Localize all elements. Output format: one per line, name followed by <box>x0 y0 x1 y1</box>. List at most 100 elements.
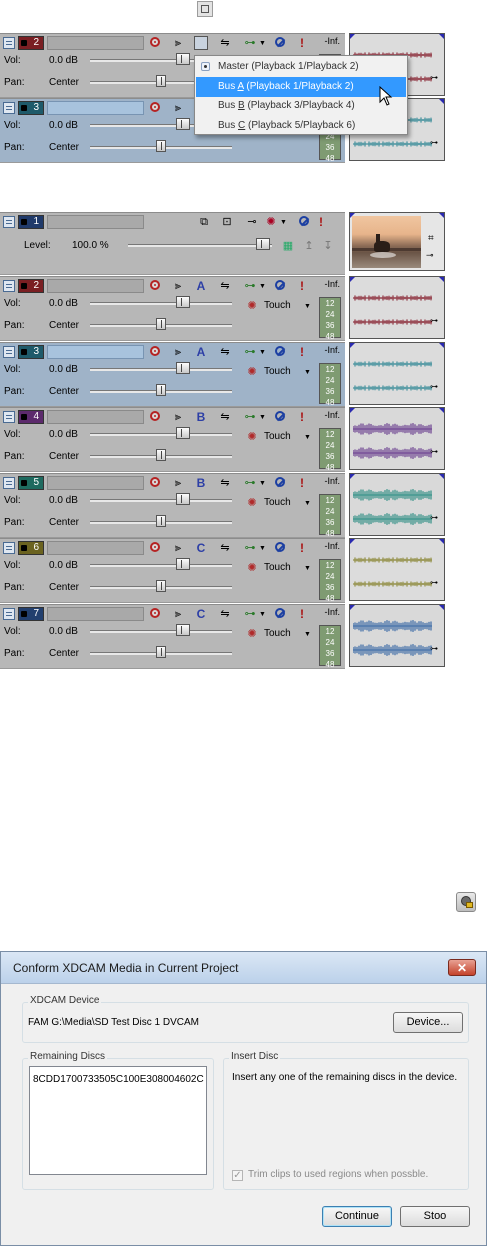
track-name-field[interactable] <box>47 345 144 359</box>
arm-record-icon[interactable] <box>150 608 160 618</box>
chevron-down-icon[interactable]: ▼ <box>259 545 266 552</box>
bus-assign-letter[interactable]: C <box>195 608 207 620</box>
stop-button[interactable]: Stoo <box>400 1206 470 1227</box>
track-fx-icon[interactable]: ⫸ <box>170 280 186 292</box>
parent-motion-icon[interactable]: ⊡ <box>220 216 234 228</box>
audio-clip-event[interactable]: ⊶ <box>349 473 445 536</box>
audio-clip-event[interactable]: ⊶ <box>349 407 445 470</box>
volume-slider-handle[interactable] <box>176 624 190 636</box>
volume-slider-handle[interactable] <box>176 118 190 130</box>
close-button[interactable]: ✕ <box>448 959 476 976</box>
track-name-field[interactable] <box>47 410 144 424</box>
volume-slider-track[interactable] <box>90 368 232 371</box>
track-fx-chain-icon[interactable]: ⊶ <box>242 477 258 489</box>
bus-assign-letter[interactable]: A <box>195 346 207 358</box>
menu-item-bus-c[interactable]: Bus C (Playback 5/Playback 6) <box>196 116 406 136</box>
arm-record-icon[interactable] <box>150 477 160 487</box>
audio-clip-event[interactable]: ⊶ <box>349 276 445 339</box>
bus-assign-icon[interactable] <box>197 1 213 17</box>
track-expand-icon[interactable] <box>3 346 15 358</box>
automation-gear-icon[interactable]: ✺ <box>246 562 258 574</box>
chevron-down-icon[interactable]: ▼ <box>259 349 266 356</box>
make-child-icon[interactable]: ↧ <box>322 240 334 252</box>
event-fx-icon[interactable]: ⊶ <box>430 447 442 457</box>
track-expand-icon[interactable] <box>3 411 15 423</box>
automation-gear-icon[interactable]: ✺ <box>265 216 277 228</box>
invert-phase-icon[interactable]: ⇋ <box>218 542 232 554</box>
audio-track-header[interactable]: 4 ⫸ B ⇋ ⊶ ▼ ! -Inf. 12 24 36 48 Vol: 0.0 dB… <box>0 407 345 472</box>
arm-record-icon[interactable] <box>150 346 160 356</box>
volume-slider-track[interactable] <box>90 630 232 633</box>
audio-track-header[interactable]: 3 ⫸ A ⇋ ⊶ ▼ ! -Inf. 12 24 36 48 Vol: 0.0 dB… <box>0 342 345 407</box>
invert-phase-icon[interactable]: ⇋ <box>218 477 232 489</box>
pan-slider-handle[interactable] <box>156 515 166 527</box>
event-fx-icon[interactable]: ⊶ <box>430 578 442 588</box>
audio-track-header[interactable]: 6 ⫸ C ⇋ ⊶ ▼ ! -Inf. 12 24 36 48 Vol: 0.0 dB… <box>0 538 345 603</box>
arm-record-icon[interactable] <box>150 542 160 552</box>
dialog-titlebar[interactable]: Conform XDCAM Media in Current Project ✕ <box>1 952 486 984</box>
track-fx-chain-icon[interactable]: ⊶ <box>242 346 258 358</box>
menu-item-master[interactable]: Master (Playback 1/Playback 2) <box>196 57 406 77</box>
automation-gear-icon[interactable]: ✺ <box>246 431 258 443</box>
audio-track-header[interactable]: 5 ⫸ B ⇋ ⊶ ▼ ! -Inf. 12 24 36 48 Vol: 0.0 dB… <box>0 473 345 538</box>
track-fx-icon[interactable]: ⫸ <box>170 411 186 423</box>
event-fx-icon[interactable]: ⊶ <box>430 644 442 654</box>
track-expand-icon[interactable] <box>3 477 15 489</box>
menu-item-bus-a[interactable]: Bus A (Playback 1/Playback 2) <box>196 76 406 97</box>
pan-slider-handle[interactable] <box>156 140 166 152</box>
bus-assign-letter[interactable]: B <box>195 411 207 423</box>
pan-slider-handle[interactable] <box>156 646 166 658</box>
track-fx-icon[interactable]: ⊸ <box>244 216 260 228</box>
chevron-down-icon[interactable]: ▼ <box>304 500 311 507</box>
solo-icon[interactable]: ! <box>300 477 304 489</box>
event-fx-icon[interactable]: ⊶ <box>430 73 442 83</box>
list-item[interactable]: 8CDD1700733505C100E308004602C <box>33 1074 204 1085</box>
track-name-field[interactable] <box>47 607 144 621</box>
track-fx-icon[interactable]: ⫸ <box>170 608 186 620</box>
volume-slider-track[interactable] <box>90 499 232 502</box>
make-parent-icon[interactable]: ↥ <box>303 240 315 252</box>
track-name-field[interactable] <box>47 279 144 293</box>
track-expand-icon[interactable] <box>3 216 15 228</box>
audio-track-header[interactable]: 2 ⫸ A ⇋ ⊶ ▼ ! -Inf. 12 24 36 48 Vol: 0.0 dB… <box>0 276 345 341</box>
solo-icon[interactable]: ! <box>300 608 304 620</box>
track-fx-chain-icon[interactable]: ⊶ <box>242 542 258 554</box>
track-fx-icon[interactable]: ⫸ <box>170 542 186 554</box>
mute-icon[interactable] <box>299 216 309 226</box>
arm-record-icon[interactable] <box>150 37 160 47</box>
automation-gear-icon[interactable]: ✺ <box>246 497 258 509</box>
compositing-icon[interactable]: ▦ <box>282 240 294 252</box>
crop-icon[interactable]: ⌗ <box>428 233 434 244</box>
solo-icon[interactable]: ! <box>300 411 304 423</box>
xdcam-icon[interactable] <box>456 892 476 912</box>
chevron-down-icon[interactable]: ▼ <box>304 303 311 310</box>
audio-clip-event[interactable]: ⊶ <box>349 538 445 601</box>
volume-slider-handle[interactable] <box>176 558 190 570</box>
device-button[interactable]: Device... <box>393 1012 463 1033</box>
fx-plugin-icon[interactable]: ⊸ <box>426 250 434 261</box>
track-expand-icon[interactable] <box>3 37 15 49</box>
track-fx-icon[interactable]: ⫸ <box>170 477 186 489</box>
mute-icon[interactable] <box>275 280 285 290</box>
track-fx-icon[interactable]: ⫸ <box>170 102 186 114</box>
mute-icon[interactable] <box>275 37 285 47</box>
pan-slider-handle[interactable] <box>156 75 166 87</box>
track-fx-chain-icon[interactable]: ⊶ <box>242 608 258 620</box>
composite-mode-icon[interactable]: ⧉ <box>198 216 210 228</box>
mute-icon[interactable] <box>275 608 285 618</box>
audio-track-header[interactable]: 7 ⫸ C ⇋ ⊶ ▼ ! -Inf. 12 24 36 48 Vol: 0.0 dB… <box>0 604 345 669</box>
invert-phase-icon[interactable]: ⇋ <box>218 608 232 620</box>
pan-slider-handle[interactable] <box>156 580 166 592</box>
bus-assign-icon[interactable] <box>194 36 208 50</box>
chevron-down-icon[interactable]: ▼ <box>259 283 266 290</box>
bus-assign-menu[interactable]: Master (Playback 1/Playback 2) Bus A (Pl… <box>194 55 408 135</box>
mute-icon[interactable] <box>275 411 285 421</box>
volume-slider-handle[interactable] <box>176 427 190 439</box>
chevron-down-icon[interactable]: ▼ <box>259 611 266 618</box>
event-fx-icon[interactable]: ⊶ <box>430 513 442 523</box>
track-expand-icon[interactable] <box>3 542 15 554</box>
pan-slider-handle[interactable] <box>156 449 166 461</box>
track-expand-icon[interactable] <box>3 102 15 114</box>
automation-gear-icon[interactable]: ✺ <box>246 628 258 640</box>
event-fx-icon[interactable]: ⊶ <box>430 138 442 148</box>
